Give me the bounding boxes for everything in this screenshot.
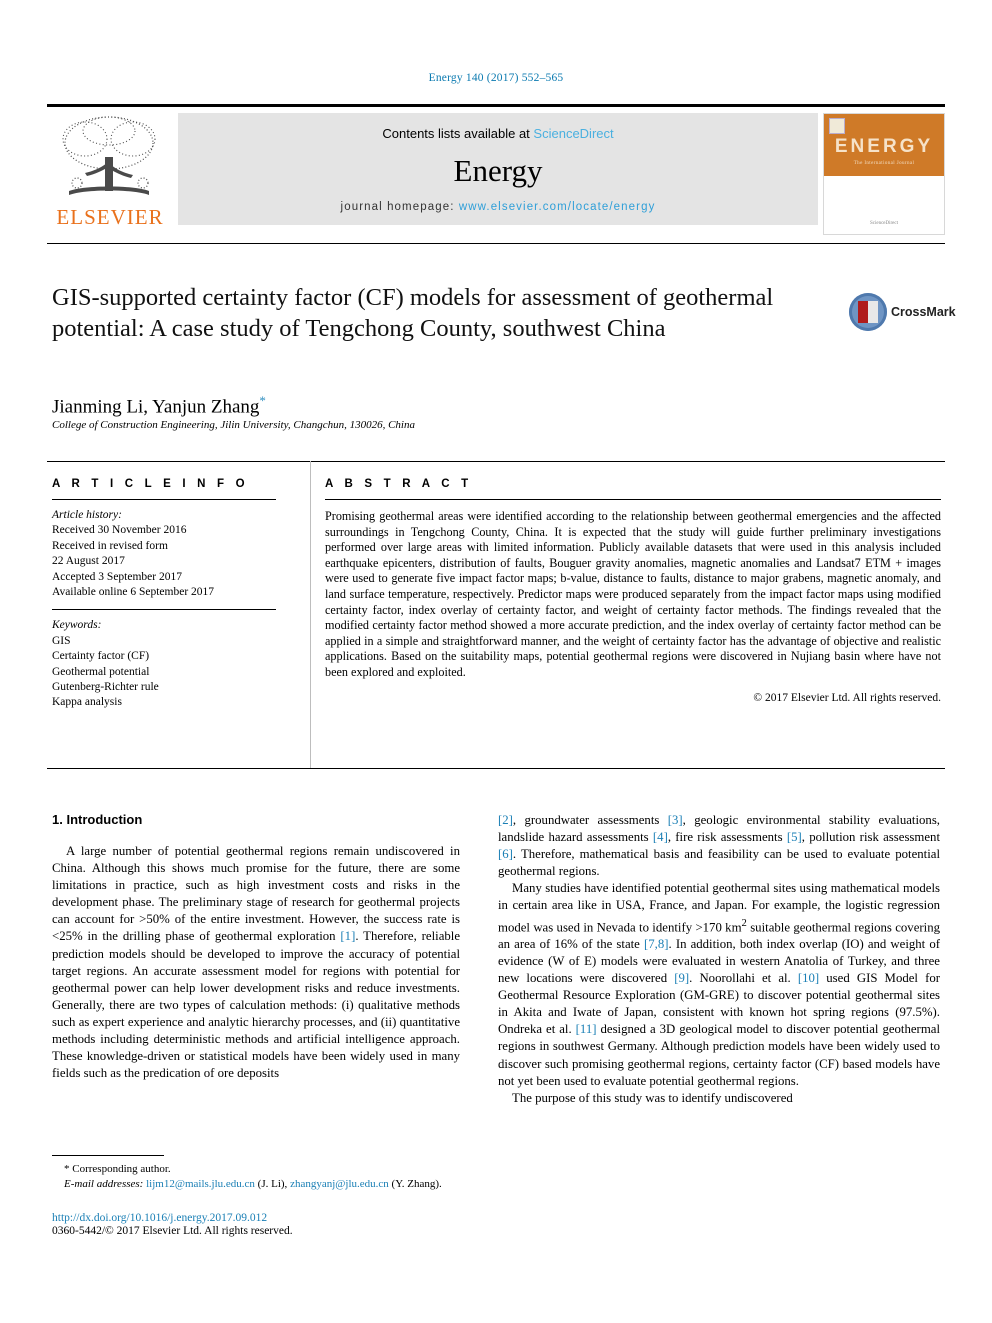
footnote-marker: * [64,1163,70,1175]
cover-journal-subtitle: The International Journal [853,161,915,166]
citation-link[interactable]: [9] [674,971,689,985]
crossmark-book-left [858,301,868,323]
cover-elsevier-badge [829,118,845,134]
article-history-label: Article history: [52,509,122,521]
history-item: Received 30 November 2016 [52,524,187,537]
paragraph-text: . Therefore, mathematical basis and feas… [498,847,940,879]
info-region-top-divider [47,461,945,462]
history-item: Accepted 3 September 2017 [52,570,182,583]
corresponding-author-marker[interactable]: * [259,393,266,408]
keywords-label: Keywords: [52,619,102,632]
title-line-3: China [606,315,666,342]
journal-title: Energy [453,153,543,188]
paragraph-text: The purpose of this study was to identif… [512,1090,793,1105]
crossmark-book-right [868,301,878,323]
email-link-author-2[interactable]: zhangyanj@jlu.edu.cn [290,1178,389,1190]
history-item: Available online 6 September 2017 [52,586,215,599]
elsevier-wordmark: ELSEVIER [56,205,164,229]
sciencedirect-link[interactable]: ScienceDirect [533,126,613,141]
keyword-item: Kappa analysis [52,696,122,709]
citation-link[interactable]: [5] [787,830,802,844]
footnote-text: Corresponding author. [72,1163,171,1175]
cover-footer-text: ScienceDirect [869,221,899,226]
article-info-rule [52,499,276,500]
abstract-copyright: © 2017 Elsevier Ltd. All rights reserved… [753,691,941,704]
email-owner-2: (Y. Zhang). [391,1177,442,1190]
homepage-label: journal homepage: [340,201,455,213]
footer-doi-block: http://dx.doi.org/10.1016/j.energy.2017.… [52,1212,472,1237]
keywords-block: Keywords: GIS Certainty factor (CF) Geot… [52,618,292,710]
info-abstract-column-divider [310,461,311,768]
citation-link[interactable]: [7,8] [644,937,669,951]
history-item: 22 August 2017 [52,555,125,568]
doi-link[interactable]: http://dx.doi.org/10.1016/j.energy.2017.… [52,1212,472,1224]
citation-link[interactable]: [3] [668,813,683,827]
corresponding-author-footnote: * Corresponding author. E-mail addresses… [52,1155,460,1191]
footnote-rule [52,1155,164,1156]
info-region-bottom-divider [47,768,945,769]
paragraph-text: . Noorollahi et al. [689,971,798,986]
contents-prefix: Contents lists available at [382,126,530,141]
title-line-1: GIS-supported certainty factor (CF) mode… [52,284,657,311]
history-item: Received in revised form [52,539,168,552]
elsevier-tree-icon [62,116,156,195]
abstract-column: A B S T R A C T Promising geothermal are… [325,478,941,704]
keyword-item: Gutenberg-Richter rule [52,681,159,694]
citation-link[interactable]: [1] [340,929,355,943]
paragraph: Many studies have identified potential g… [498,880,940,1089]
paragraph-text: . Therefore, reliable prediction models … [52,929,461,1081]
elsevier-logo: ELSEVIER [47,113,173,233]
contents-available-line: Contents lists available at ScienceDirec… [178,126,818,141]
email-label: E-mail addresses: [64,1177,144,1190]
section-heading-introduction: 1. Introduction [52,812,143,827]
citation-link[interactable]: [6] [498,847,513,861]
paragraph: A large number of potential geothermal r… [52,843,460,1082]
crossmark-icon [849,293,887,331]
cover-journal-title: ENERGY [834,136,934,157]
title-divider [47,243,945,244]
email-owner-1: (J. Li), [257,1177,288,1190]
crossmark-badge[interactable]: CrossMark [849,293,956,333]
keyword-item: GIS [52,634,71,647]
paragraph: The purpose of this study was to identif… [498,1090,940,1107]
affiliation: College of Construction Engineering, Jil… [52,419,415,431]
abstract-rule [325,499,941,500]
body-left-column: 1. Introduction A large number of potent… [52,812,460,1082]
paragraph-text: , pollution risk assessment [801,830,940,845]
citation-link[interactable]: [2] [498,813,513,827]
page-title: GIS-supported certainty factor (CF) mode… [52,282,812,344]
journal-cover-thumbnail[interactable]: ENERGY The International Journal Science… [823,113,945,235]
citation-link[interactable]: [10] [798,971,819,985]
keyword-item: Geothermal potential [52,665,150,678]
paragraph-text: , groundwater assessments [512,813,668,827]
citation-link[interactable]: [11] [576,1022,597,1036]
abstract-heading: A B S T R A C T [325,478,473,490]
body-right-column: [2], groundwater assessments [3], geolog… [498,812,940,1107]
journal-homepage-line: journal homepage: www.elsevier.com/locat… [178,201,818,213]
email-addresses-line: E-mail addresses: lijm12@mails.jlu.edu.c… [52,1177,460,1192]
author-list: Jianming Li, Yanjun Zhang* [52,393,266,418]
homepage-url-link[interactable]: www.elsevier.com/locate/energy [459,201,656,213]
journal-article-page: Energy 140 (2017) 552–565 ELSEVIER Conte… [0,0,992,1323]
paragraph: [2], groundwater assessments [3], geolog… [498,812,940,880]
running-head-citation: Energy 140 (2017) 552–565 [428,72,564,84]
keywords-rule [52,609,276,611]
paragraph-text: , fire risk assessments [667,830,787,845]
abstract-text: Promising geothermal areas were identifi… [325,509,941,679]
keyword-item: Certainty factor (CF) [52,650,150,663]
crossmark-label: CrossMark [891,305,956,319]
citation-link[interactable]: [4] [653,830,668,844]
article-info-column: A R T I C L E I N F O Article history: R… [52,478,292,711]
journal-masthead: ELSEVIER Contents lists available at Sci… [47,104,945,235]
article-info-heading: A R T I C L E I N F O [52,478,249,490]
issn-copyright-line: 0360-5442/© 2017 Elsevier Ltd. All right… [52,1225,293,1237]
masthead-banner: Contents lists available at ScienceDirec… [178,113,818,225]
email-link-author-1[interactable]: lijm12@mails.jlu.edu.cn [146,1178,255,1190]
author-names: Jianming Li, Yanjun Zhang [52,396,260,418]
corresponding-author-note: * Corresponding author. [52,1162,460,1177]
